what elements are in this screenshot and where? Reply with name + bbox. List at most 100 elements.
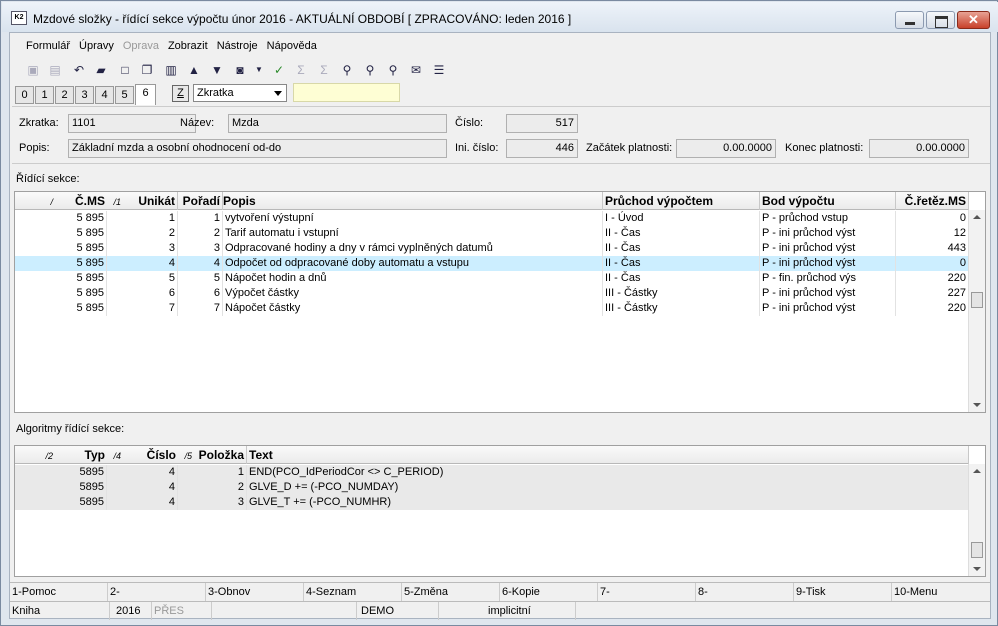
- tab-6[interactable]: 6: [135, 84, 156, 105]
- sort-indicator-1[interactable]: /1: [107, 192, 123, 210]
- ridici-grid[interactable]: / Č.MS /1 Unikát Pořadí Popis Průchod vý…: [14, 191, 986, 413]
- menu-upravy[interactable]: Úpravy: [79, 40, 114, 52]
- mail-icon[interactable]: ✉: [408, 62, 424, 78]
- menu-oprava[interactable]: Oprava: [123, 40, 159, 52]
- find-next-icon[interactable]: ⚲: [362, 62, 378, 78]
- sum-off-icon[interactable]: Σ: [316, 62, 332, 78]
- tab-4[interactable]: 4: [95, 86, 114, 104]
- sort-indicator[interactable]: /: [37, 192, 55, 210]
- save-as-icon[interactable]: ▤: [47, 62, 63, 78]
- col-text[interactable]: Text: [247, 446, 969, 464]
- ridici-grid-header: / Č.MS /1 Unikát Pořadí Popis Průchod vý…: [15, 192, 969, 210]
- f4-list-button[interactable]: 4-Seznam: [304, 583, 402, 601]
- table-row[interactable]: 5 895 7 7 Nápočet částky III - Částky P - ini…: [15, 301, 969, 316]
- dropdown-icon[interactable]: ▼: [251, 62, 267, 78]
- cell-poradi: 5: [178, 271, 223, 286]
- scroll-thumb[interactable]: [971, 292, 983, 308]
- maximize-button[interactable]: [926, 11, 955, 29]
- tab-3[interactable]: 3: [75, 86, 94, 104]
- arrow-up-icon[interactable]: ▲: [186, 62, 202, 78]
- col-bod[interactable]: Bod výpočtu: [760, 192, 896, 210]
- tab-2[interactable]: 2: [55, 86, 74, 104]
- undo-icon[interactable]: ↶: [71, 62, 87, 78]
- sort-select[interactable]: Zkratka: [193, 84, 287, 102]
- cell-cms: 5 895: [37, 256, 107, 271]
- open-folder-icon[interactable]: ▰: [93, 62, 109, 78]
- menu-formular[interactable]: Formulář: [26, 40, 70, 52]
- col-polozka[interactable]: Položka: [194, 446, 247, 464]
- table-row[interactable]: 5895 4 2 GLVE_D += (-PCO_NUMDAY): [15, 480, 969, 495]
- ini-cislo-field[interactable]: 446: [506, 139, 578, 158]
- close-button[interactable]: ✕: [957, 11, 990, 29]
- f8-button[interactable]: 8-: [696, 583, 794, 601]
- popis-field[interactable]: Základní mzda a osobní ohodnocení od-do: [68, 139, 447, 158]
- table-row[interactable]: 5 895 2 2 Tarif automatu i vstupní II - Čas P…: [15, 226, 969, 241]
- col-popis[interactable]: Popis: [223, 192, 603, 210]
- filter-icon[interactable]: ✓: [271, 62, 287, 78]
- list-icon[interactable]: ☰: [431, 62, 447, 78]
- col-retez[interactable]: Č.řetěz.MS: [896, 192, 969, 210]
- z-button[interactable]: Z: [172, 85, 189, 102]
- menu-nastroje[interactable]: Nástroje: [217, 40, 258, 52]
- f6-copy-button[interactable]: 6-Kopie: [500, 583, 598, 601]
- minimize-button[interactable]: [895, 11, 924, 29]
- col-pruchod[interactable]: Průchod výpočtem: [603, 192, 760, 210]
- camera-icon[interactable]: ◙: [232, 62, 248, 78]
- zacatek-field[interactable]: 0.00.0000: [676, 139, 776, 158]
- scroll-up-icon[interactable]: [973, 215, 981, 219]
- table-row[interactable]: 5 895 4 4 Odpočet od odpracované doby autom…: [15, 256, 969, 271]
- konec-field[interactable]: 0.00.0000: [869, 139, 969, 158]
- sort-indicator-5[interactable]: /5: [178, 446, 194, 464]
- window-title: Mzdové složky - řídící sekce výpočtu úno…: [33, 12, 572, 26]
- col-poradi[interactable]: Pořadí: [178, 192, 223, 210]
- zkratka-field[interactable]: 1101: [68, 114, 196, 133]
- ridici-scrollbar[interactable]: [968, 210, 985, 412]
- menu-zobrazit[interactable]: Zobrazit: [168, 40, 208, 52]
- arrow-down-icon[interactable]: ▼: [209, 62, 225, 78]
- tab-0[interactable]: 0: [15, 86, 34, 104]
- algoritmy-grid[interactable]: /2 Typ /4 Číslo /5 Položka Text 5895 4 1 EN…: [14, 445, 986, 577]
- nazev-field[interactable]: Mzda: [228, 114, 447, 133]
- copy-icon[interactable]: ❐: [139, 62, 155, 78]
- col-cislo[interactable]: Číslo: [123, 446, 178, 464]
- tab-1[interactable]: 1: [35, 86, 54, 104]
- find-all-icon[interactable]: ⚲: [385, 62, 401, 78]
- f1-help-button[interactable]: 1-Pomoc: [10, 583, 108, 601]
- cell-bod: P - průchod vstup: [760, 211, 896, 226]
- f9-print-button[interactable]: 9-Tisk: [794, 583, 892, 601]
- cislo-field[interactable]: 517: [506, 114, 578, 133]
- new-document-icon[interactable]: □: [117, 62, 133, 78]
- scroll-down-icon[interactable]: [973, 403, 981, 407]
- scroll-up-icon[interactable]: [973, 469, 981, 473]
- f2-button[interactable]: 2-: [108, 583, 206, 601]
- table-row[interactable]: 5 895 5 5 Nápočet hodin a dnů II - Čas P - fi…: [15, 271, 969, 286]
- cell-popis: Nápočet částky: [223, 301, 603, 316]
- quick-search-input[interactable]: [293, 83, 400, 102]
- cell-popis: Výpočet částky: [223, 286, 603, 301]
- function-key-bar: 1-Pomoc 2- 3-Obnov 4-Seznam 5-Změna 6-Ko…: [10, 582, 990, 601]
- col-cms[interactable]: Č.MS: [55, 192, 107, 210]
- table-row[interactable]: 5 895 1 1 vytvoření výstupní I - Úvod P - prů…: [15, 211, 969, 226]
- title-bar[interactable]: K2 Mzdové složky - řídící sekce výpočtu …: [2, 2, 998, 32]
- table-row[interactable]: 5895 4 1 END(PCO_IdPeriodCor <> C_PERIOD): [15, 465, 969, 480]
- scroll-down-icon[interactable]: [973, 567, 981, 571]
- col-typ[interactable]: Typ: [55, 446, 107, 464]
- f5-edit-button[interactable]: 5-Změna: [402, 583, 500, 601]
- binoculars-icon[interactable]: ⚲: [339, 62, 355, 78]
- sum-icon[interactable]: Σ: [293, 62, 309, 78]
- scroll-thumb[interactable]: [971, 542, 983, 558]
- table-row[interactable]: 5895 4 3 GLVE_T += (-PCO_NUMHR): [15, 495, 969, 510]
- tab-5[interactable]: 5: [115, 86, 134, 104]
- algoritmy-scrollbar[interactable]: [968, 464, 985, 576]
- book-icon[interactable]: ▥: [163, 62, 179, 78]
- sort-indicator-2[interactable]: /2: [37, 446, 55, 464]
- save-icon[interactable]: ▣: [25, 62, 41, 78]
- table-row[interactable]: 5 895 6 6 Výpočet částky III - Částky P - ini…: [15, 286, 969, 301]
- f10-menu-button[interactable]: 10-Menu: [892, 583, 990, 601]
- menu-napoveda[interactable]: Nápověda: [267, 40, 317, 52]
- table-row[interactable]: 5 895 3 3 Odpracované hodiny a dny v rámci …: [15, 241, 969, 256]
- col-unikat[interactable]: Unikát: [123, 192, 178, 210]
- f3-refresh-button[interactable]: 3-Obnov: [206, 583, 304, 601]
- sort-indicator-4[interactable]: /4: [107, 446, 123, 464]
- f7-button[interactable]: 7-: [598, 583, 696, 601]
